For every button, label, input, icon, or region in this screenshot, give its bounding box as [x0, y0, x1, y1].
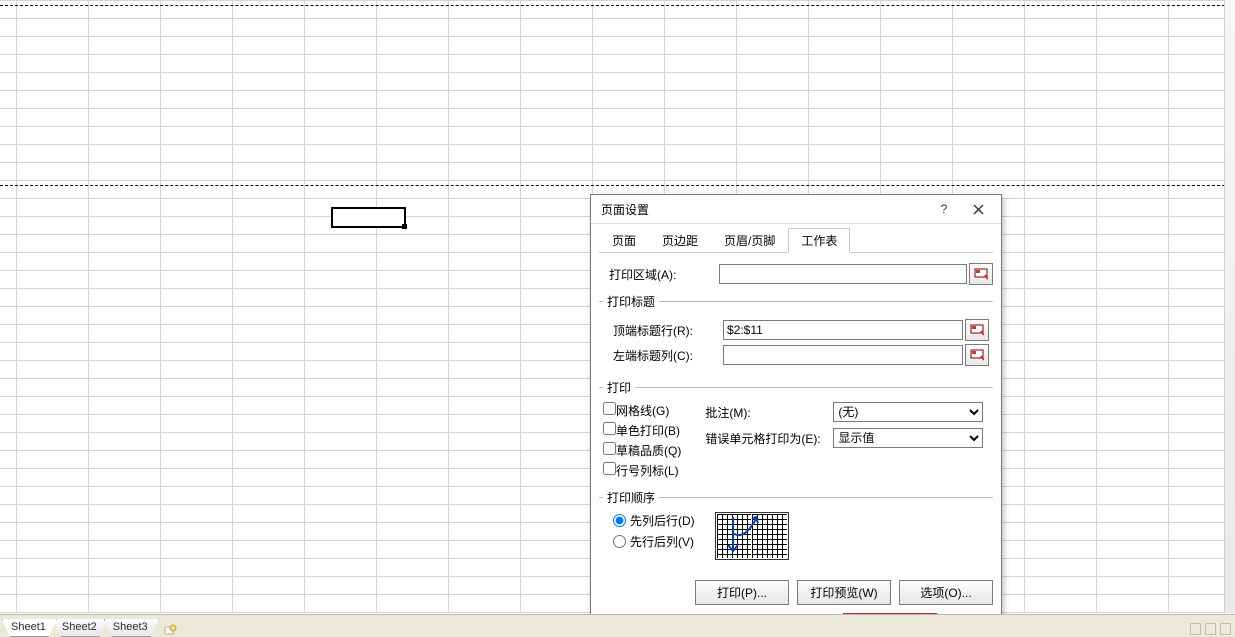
- tab-margins[interactable]: 页边距: [649, 228, 711, 253]
- left-cols-label: 左端标题列(C):: [603, 347, 723, 364]
- notes-select[interactable]: (无): [833, 402, 983, 422]
- tab-headerfooter[interactable]: 页眉/页脚: [711, 228, 788, 253]
- status-view-buttons[interactable]: [1190, 623, 1231, 635]
- page-setup-dialog: 页面设置 ? 页面 页边距 页眉/页脚 工作表 打印区域(A): 打印标题: [590, 194, 1002, 637]
- close-button[interactable]: [961, 198, 995, 220]
- print-area-label: 打印区域(A):: [599, 266, 719, 283]
- insert-sheet-button[interactable]: [161, 623, 179, 637]
- preview-button[interactable]: 打印预览(W): [797, 580, 891, 605]
- sheet-tab-strip: Sheet1 Sheet2 Sheet3: [0, 614, 1235, 637]
- print-titles-legend: 打印标题: [603, 293, 659, 310]
- page-break-line: [0, 5, 1235, 6]
- selected-cell[interactable]: [331, 207, 406, 228]
- chk-headings[interactable]: 行号列标(L): [603, 462, 681, 479]
- order-legend: 打印顺序: [603, 489, 659, 506]
- page-break-line: [0, 185, 1235, 186]
- sheet-tab[interactable]: Sheet1: [2, 619, 57, 637]
- top-rows-label: 顶端标题行(R):: [603, 322, 723, 339]
- left-cols-ref-button[interactable]: [965, 344, 989, 366]
- vertical-scrollbar[interactable]: [1224, 0, 1235, 613]
- order-down-radio[interactable]: 先列后行(D): [613, 512, 695, 529]
- print-legend: 打印: [603, 379, 635, 396]
- chk-gridlines[interactable]: 网格线(G): [603, 402, 681, 419]
- options-button[interactable]: 选项(O)...: [899, 580, 993, 605]
- notes-label: 批注(M):: [705, 404, 825, 421]
- dialog-tabs: 页面 页边距 页眉/页脚 工作表: [599, 228, 993, 253]
- tab-sheet[interactable]: 工作表: [788, 228, 850, 253]
- print-area-ref-button[interactable]: [969, 263, 993, 285]
- chk-draft[interactable]: 草稿品质(Q): [603, 442, 681, 459]
- sheet-tab[interactable]: Sheet2: [53, 619, 108, 637]
- chk-blackwhite[interactable]: 单色打印(B): [603, 422, 681, 439]
- order-over-radio[interactable]: 先行后列(V): [613, 533, 695, 550]
- errors-select[interactable]: 显示值: [833, 428, 983, 448]
- errors-label: 错误单元格打印为(E):: [705, 430, 825, 447]
- order-diagram: [715, 512, 789, 560]
- top-rows-input[interactable]: [723, 320, 963, 340]
- help-button[interactable]: ?: [927, 198, 961, 220]
- dialog-titlebar[interactable]: 页面设置 ?: [591, 195, 1001, 224]
- top-rows-ref-button[interactable]: [965, 319, 989, 341]
- print-button[interactable]: 打印(P)...: [695, 580, 789, 605]
- sheet-tab[interactable]: Sheet3: [104, 619, 159, 637]
- tab-page[interactable]: 页面: [599, 228, 649, 253]
- print-area-input[interactable]: [719, 264, 967, 284]
- dialog-title: 页面设置: [597, 201, 927, 218]
- left-cols-input[interactable]: [723, 345, 963, 365]
